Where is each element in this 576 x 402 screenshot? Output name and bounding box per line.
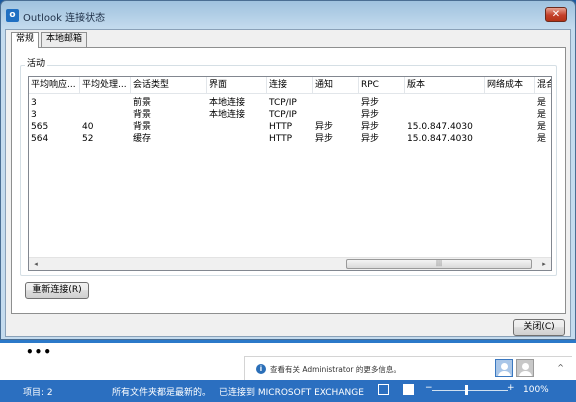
horizontal-scrollbar[interactable]: ◂ ||| ▸ (29, 257, 551, 270)
cell-avg-process (80, 97, 131, 109)
cell-notification (313, 109, 359, 121)
tab-panel-general: 活动 平均响应... 平均处理... 会话类型 界面 连接 通知 RPC 版本 … (11, 47, 566, 314)
zoom-out-button[interactable]: − (425, 383, 433, 393)
cell-session-type: 前景 (133, 98, 152, 108)
column-header-avg-process[interactable]: 平均处理... (80, 77, 131, 94)
cell-connection: HTTP (269, 122, 293, 132)
reading-view-icon[interactable] (403, 384, 414, 395)
cell-avg-response: 564 (31, 134, 49, 144)
window-close-button[interactable]: ✕ (545, 7, 567, 22)
connection-status[interactable]: 已连接到 MICROSOFT EXCHANGE (219, 385, 364, 398)
sync-status: 所有文件夹都是最新的。 (112, 388, 212, 398)
list-header: 平均响应... 平均处理... 会话类型 界面 连接 通知 RPC 版本 网络成… (29, 77, 551, 94)
table-row[interactable]: 3 背景 本地连接 TCP/IP 异步 是 (29, 109, 551, 121)
cell-rpc: 异步 (361, 122, 380, 132)
zoom-slider-thumb[interactable] (465, 385, 469, 395)
cell-interface (207, 133, 267, 145)
item-count: 项目: 2 (23, 388, 53, 398)
people-pane-info-link[interactable]: 查看有关 Administrator 的更多信息。 (270, 364, 401, 375)
normal-view-icon[interactable] (378, 384, 389, 395)
cell-hybrid: 是 (537, 98, 547, 108)
close-button[interactable]: 关闭(C) (513, 319, 565, 336)
cell-interface (207, 121, 267, 133)
cell-avg-process: 40 (82, 122, 94, 132)
dialog-client-area: 常规 本地邮箱 活动 平均响应... 平均处理... 会话类型 界面 连接 通知… (5, 29, 571, 337)
outlook-app-icon: o (6, 9, 19, 22)
cell-rpc: 异步 (361, 98, 380, 108)
column-header-network-cost[interactable]: 网络成本 (485, 77, 535, 94)
cell-network-cost (485, 133, 535, 145)
scroll-right-button[interactable]: ▸ (538, 259, 550, 270)
cell-avg-response: 3 (31, 98, 37, 108)
cell-hybrid: 是 (537, 134, 547, 144)
cell-connection: TCP/IP (269, 110, 297, 120)
column-header-interface[interactable]: 界面 (207, 77, 267, 94)
zoom-in-button[interactable]: + (507, 383, 515, 393)
column-header-avg-response[interactable]: 平均响应... (29, 77, 80, 94)
column-header-rpc[interactable]: RPC (359, 77, 405, 94)
zoom-level[interactable]: 100% (523, 385, 549, 395)
title-bar[interactable]: o Outlook 连接状态 ✕ (1, 1, 575, 29)
column-header-hybrid[interactable]: 混合 (535, 77, 551, 94)
tab-local-mailbox[interactable]: 本地邮箱 (41, 32, 88, 47)
reconnect-button[interactable]: 重新连接(R) (25, 282, 89, 299)
cell-session-type: 背景 (133, 122, 152, 132)
connection-status-dialog: o Outlook 连接状态 ✕ 常规 本地邮箱 活动 平均响应... 平均处理… (0, 0, 576, 340)
table-row[interactable]: 564 52 缓存 HTTP 异步 异步 15.0.847.4030 是 (29, 133, 551, 145)
cell-avg-process: 52 (82, 134, 94, 144)
cell-connection: HTTP (269, 134, 293, 144)
accent-strip (0, 340, 576, 343)
cell-avg-response: 565 (31, 122, 49, 132)
cell-session-type: 缓存 (133, 134, 152, 144)
info-icon: i (256, 364, 266, 374)
cell-session-type: 背景 (133, 110, 152, 120)
avatar[interactable] (495, 359, 513, 377)
cell-version (405, 97, 485, 109)
cell-network-cost (485, 121, 535, 133)
table-row[interactable]: 565 40 背景 HTTP 异步 异步 15.0.847.4030 是 (29, 121, 551, 133)
chevron-up-icon[interactable]: ^ (557, 363, 564, 372)
table-row[interactable]: 3 前景 本地连接 TCP/IP 异步 是 (29, 97, 551, 109)
cell-notification: 异步 (315, 122, 334, 132)
cell-hybrid: 是 (537, 110, 547, 120)
cell-interface: 本地连接 (209, 98, 246, 108)
avatar[interactable] (516, 359, 534, 377)
column-header-version[interactable]: 版本 (405, 77, 485, 94)
cell-avg-process (80, 109, 131, 121)
cell-network-cost (485, 109, 535, 121)
zoom-slider[interactable] (432, 390, 508, 391)
cell-hybrid: 是 (537, 122, 547, 132)
cell-version (405, 109, 485, 121)
cell-network-cost (485, 97, 535, 109)
more-options-icon[interactable]: ••• (26, 345, 52, 359)
column-header-connection[interactable]: 连接 (267, 77, 313, 94)
activity-group-label: 活动 (25, 56, 48, 69)
activity-group: 活动 平均响应... 平均处理... 会话类型 界面 连接 通知 RPC 版本 … (20, 56, 557, 276)
connection-list[interactable]: 平均响应... 平均处理... 会话类型 界面 连接 通知 RPC 版本 网络成… (28, 76, 552, 271)
cell-rpc: 异步 (361, 110, 380, 120)
column-header-notification[interactable]: 通知 (313, 77, 359, 94)
cell-interface: 本地连接 (209, 110, 246, 120)
cell-notification: 异步 (315, 134, 334, 144)
column-header-session-type[interactable]: 会话类型 (131, 77, 207, 94)
tab-general[interactable]: 常规 (11, 32, 40, 48)
status-bar: 项目: 2 所有文件夹都是最新的。 已连接到 MICROSOFT EXCHANG… (0, 380, 576, 402)
cell-notification (313, 97, 359, 109)
cell-connection: TCP/IP (269, 98, 297, 108)
cell-avg-response: 3 (31, 110, 37, 120)
cell-version: 15.0.847.4030 (407, 134, 473, 144)
scroll-left-button[interactable]: ◂ (30, 259, 42, 270)
window-title: Outlook 连接状态 (23, 13, 106, 24)
scroll-thumb[interactable]: ||| (346, 259, 532, 269)
people-pane: i 查看有关 Administrator 的更多信息。 ^ (244, 356, 572, 380)
cell-rpc: 异步 (361, 134, 380, 144)
cell-version: 15.0.847.4030 (407, 122, 473, 132)
